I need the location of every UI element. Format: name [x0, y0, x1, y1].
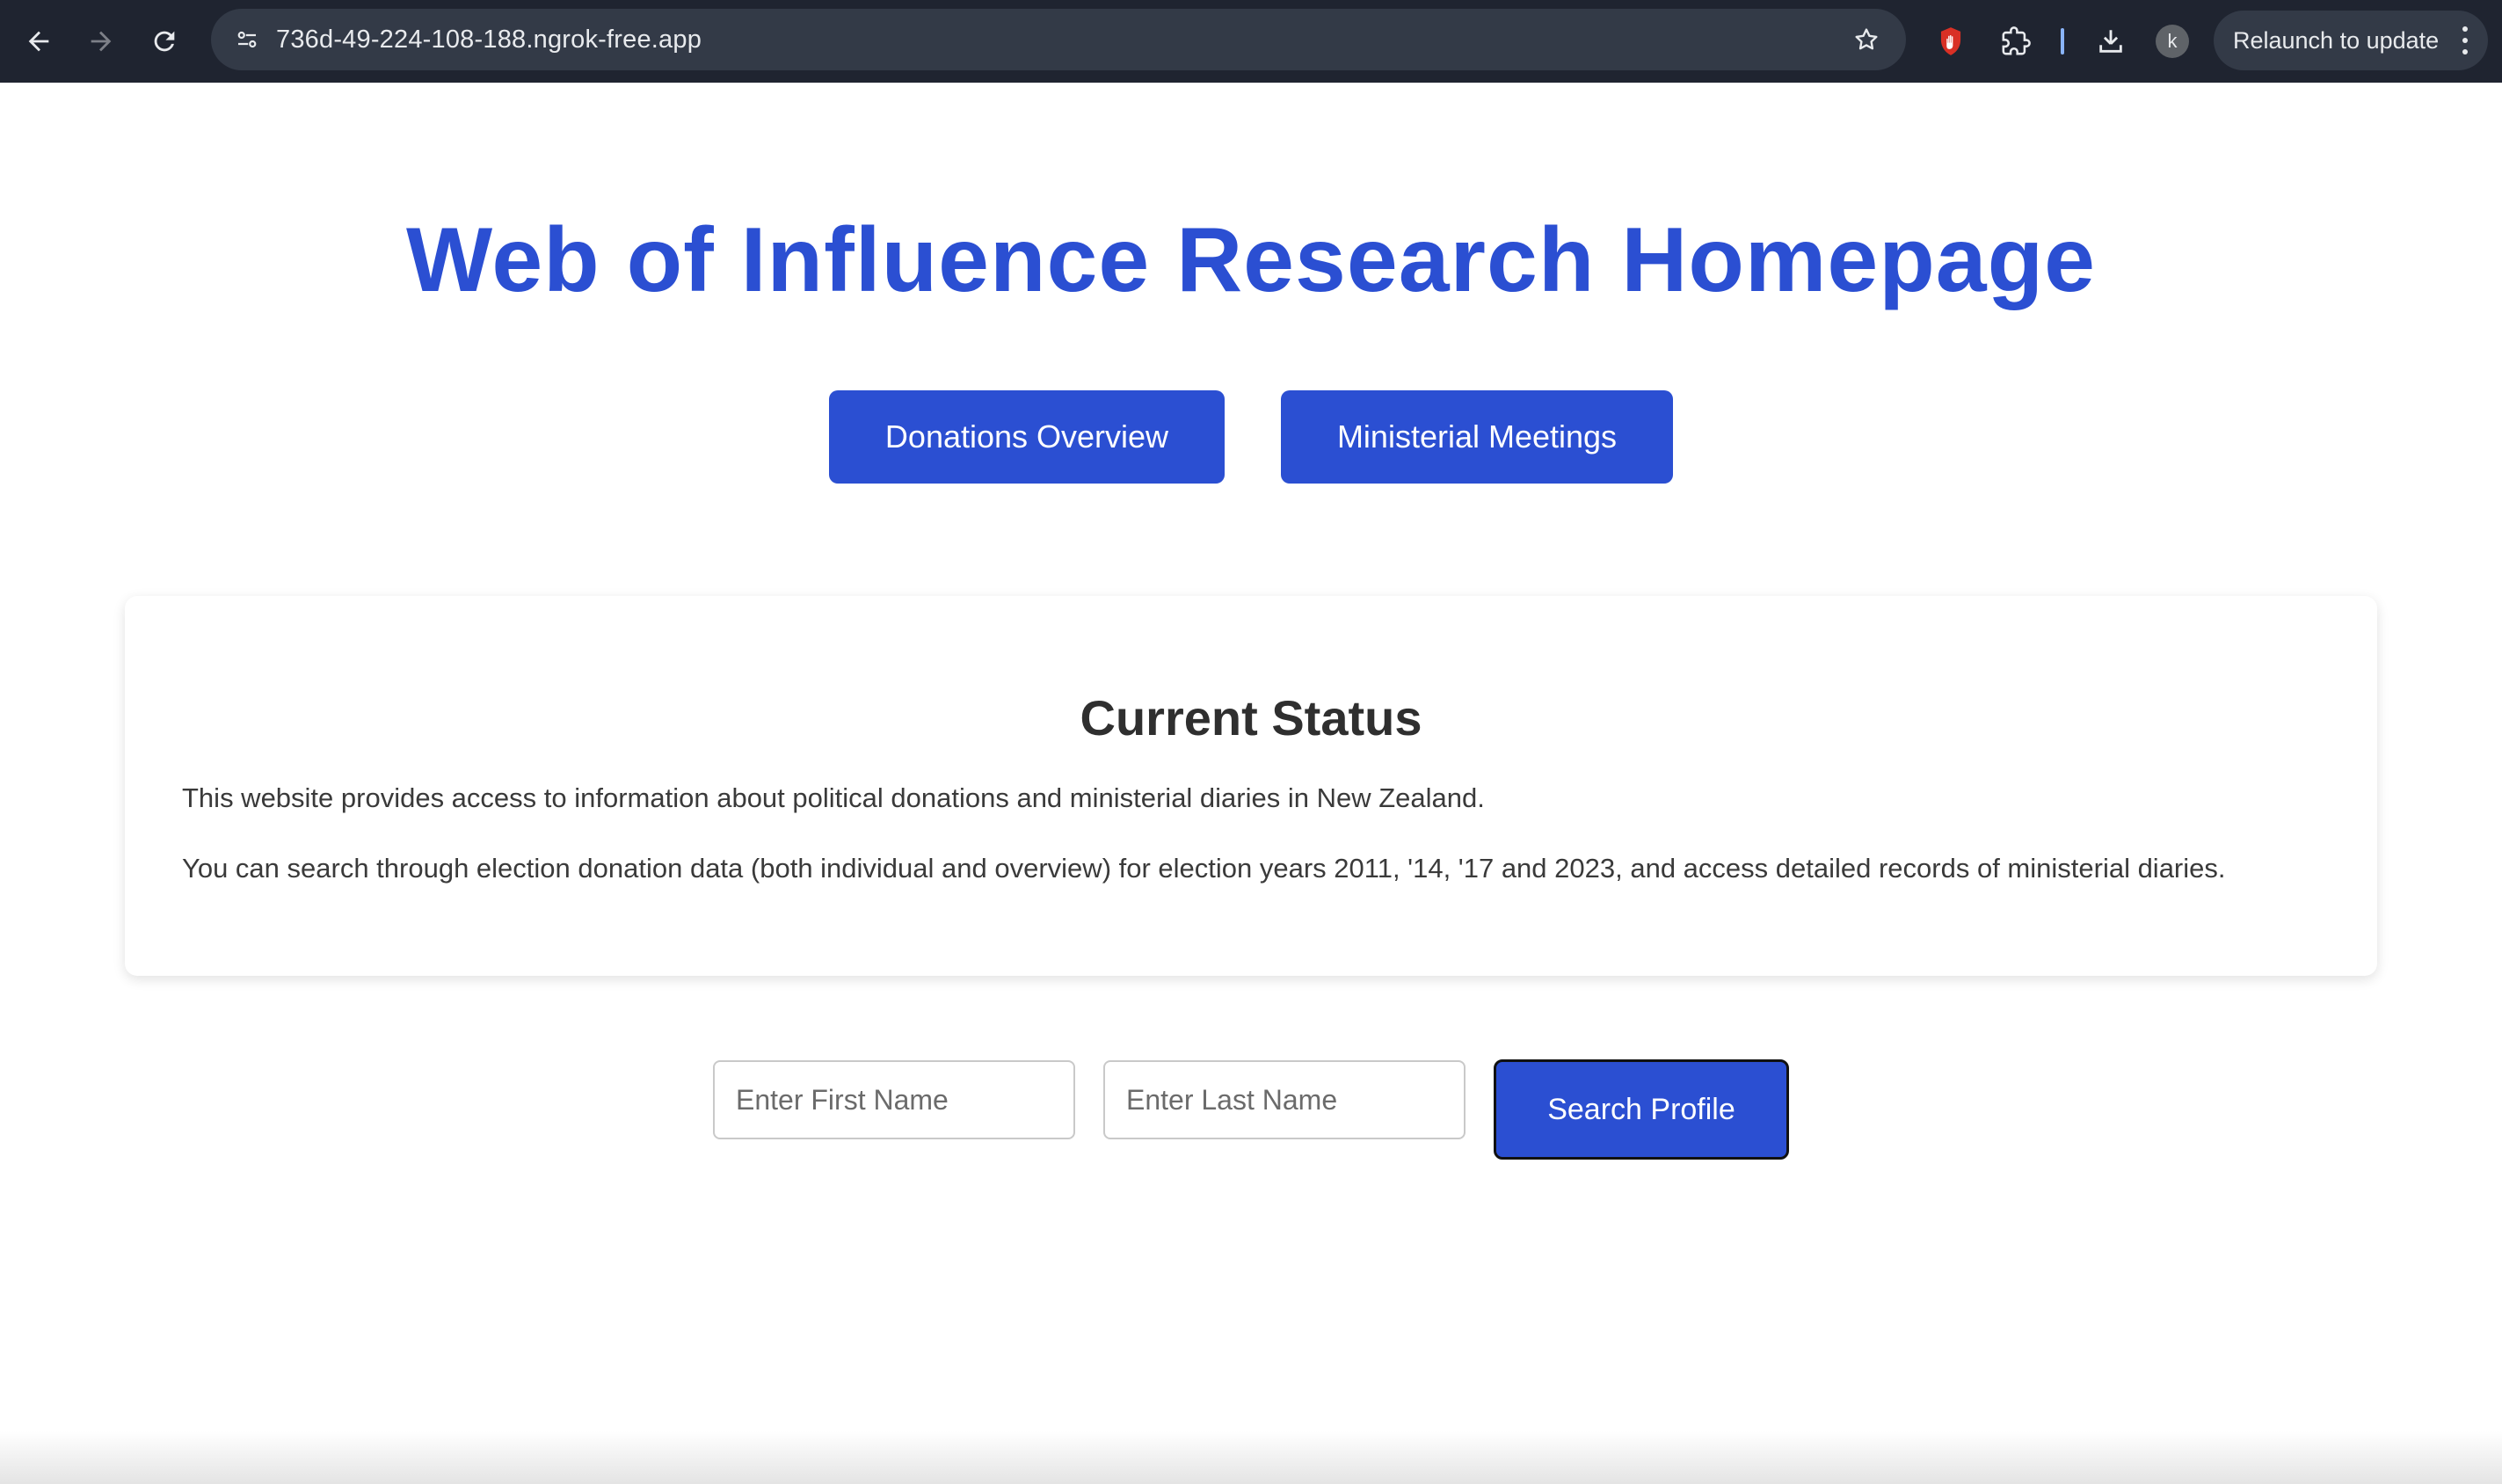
page-viewport: Web of Influence Research Homepage Donat… [0, 83, 2502, 1484]
url-text[interactable]: 736d-49-224-108-188.ngrok-free.app [276, 9, 702, 70]
profile-avatar[interactable]: k [2156, 25, 2189, 58]
download-icon[interactable] [2087, 18, 2135, 65]
extension-shield-icon[interactable] [1927, 18, 1975, 65]
bookmark-star-icon[interactable] [1846, 19, 1887, 60]
search-profile-button[interactable]: Search Profile [1494, 1059, 1789, 1160]
reload-icon[interactable] [141, 18, 188, 65]
address-bar[interactable]: 736d-49-224-108-188.ngrok-free.app [211, 9, 1906, 70]
donations-overview-button[interactable]: Donations Overview [829, 390, 1225, 484]
relaunch-label: Relaunch to update [2233, 27, 2440, 54]
last-name-input[interactable] [1103, 1060, 1466, 1139]
extensions-puzzle-icon[interactable] [1992, 18, 2040, 65]
back-arrow-icon[interactable] [15, 18, 62, 65]
kebab-menu-icon[interactable] [2456, 23, 2474, 58]
forward-arrow-icon[interactable] [77, 18, 125, 65]
status-paragraph-1: This website provides access to informat… [182, 782, 1485, 813]
site-info-icon[interactable] [227, 19, 267, 60]
browser-toolbar: 736d-49-224-108-188.ngrok-free.app k Rel… [0, 0, 2502, 83]
first-name-input[interactable] [713, 1060, 1075, 1139]
current-status-heading: Current Status [1080, 690, 1422, 746]
ministerial-meetings-button[interactable]: Ministerial Meetings [1281, 390, 1673, 484]
status-paragraph-2: You can search through election donation… [182, 853, 2226, 884]
toolbar-separator [2061, 28, 2064, 55]
window-bottom-edge [0, 1431, 2502, 1484]
relaunch-to-update-button[interactable]: Relaunch to update [2214, 11, 2488, 70]
page-title: Web of Influence Research Homepage [406, 209, 2096, 311]
